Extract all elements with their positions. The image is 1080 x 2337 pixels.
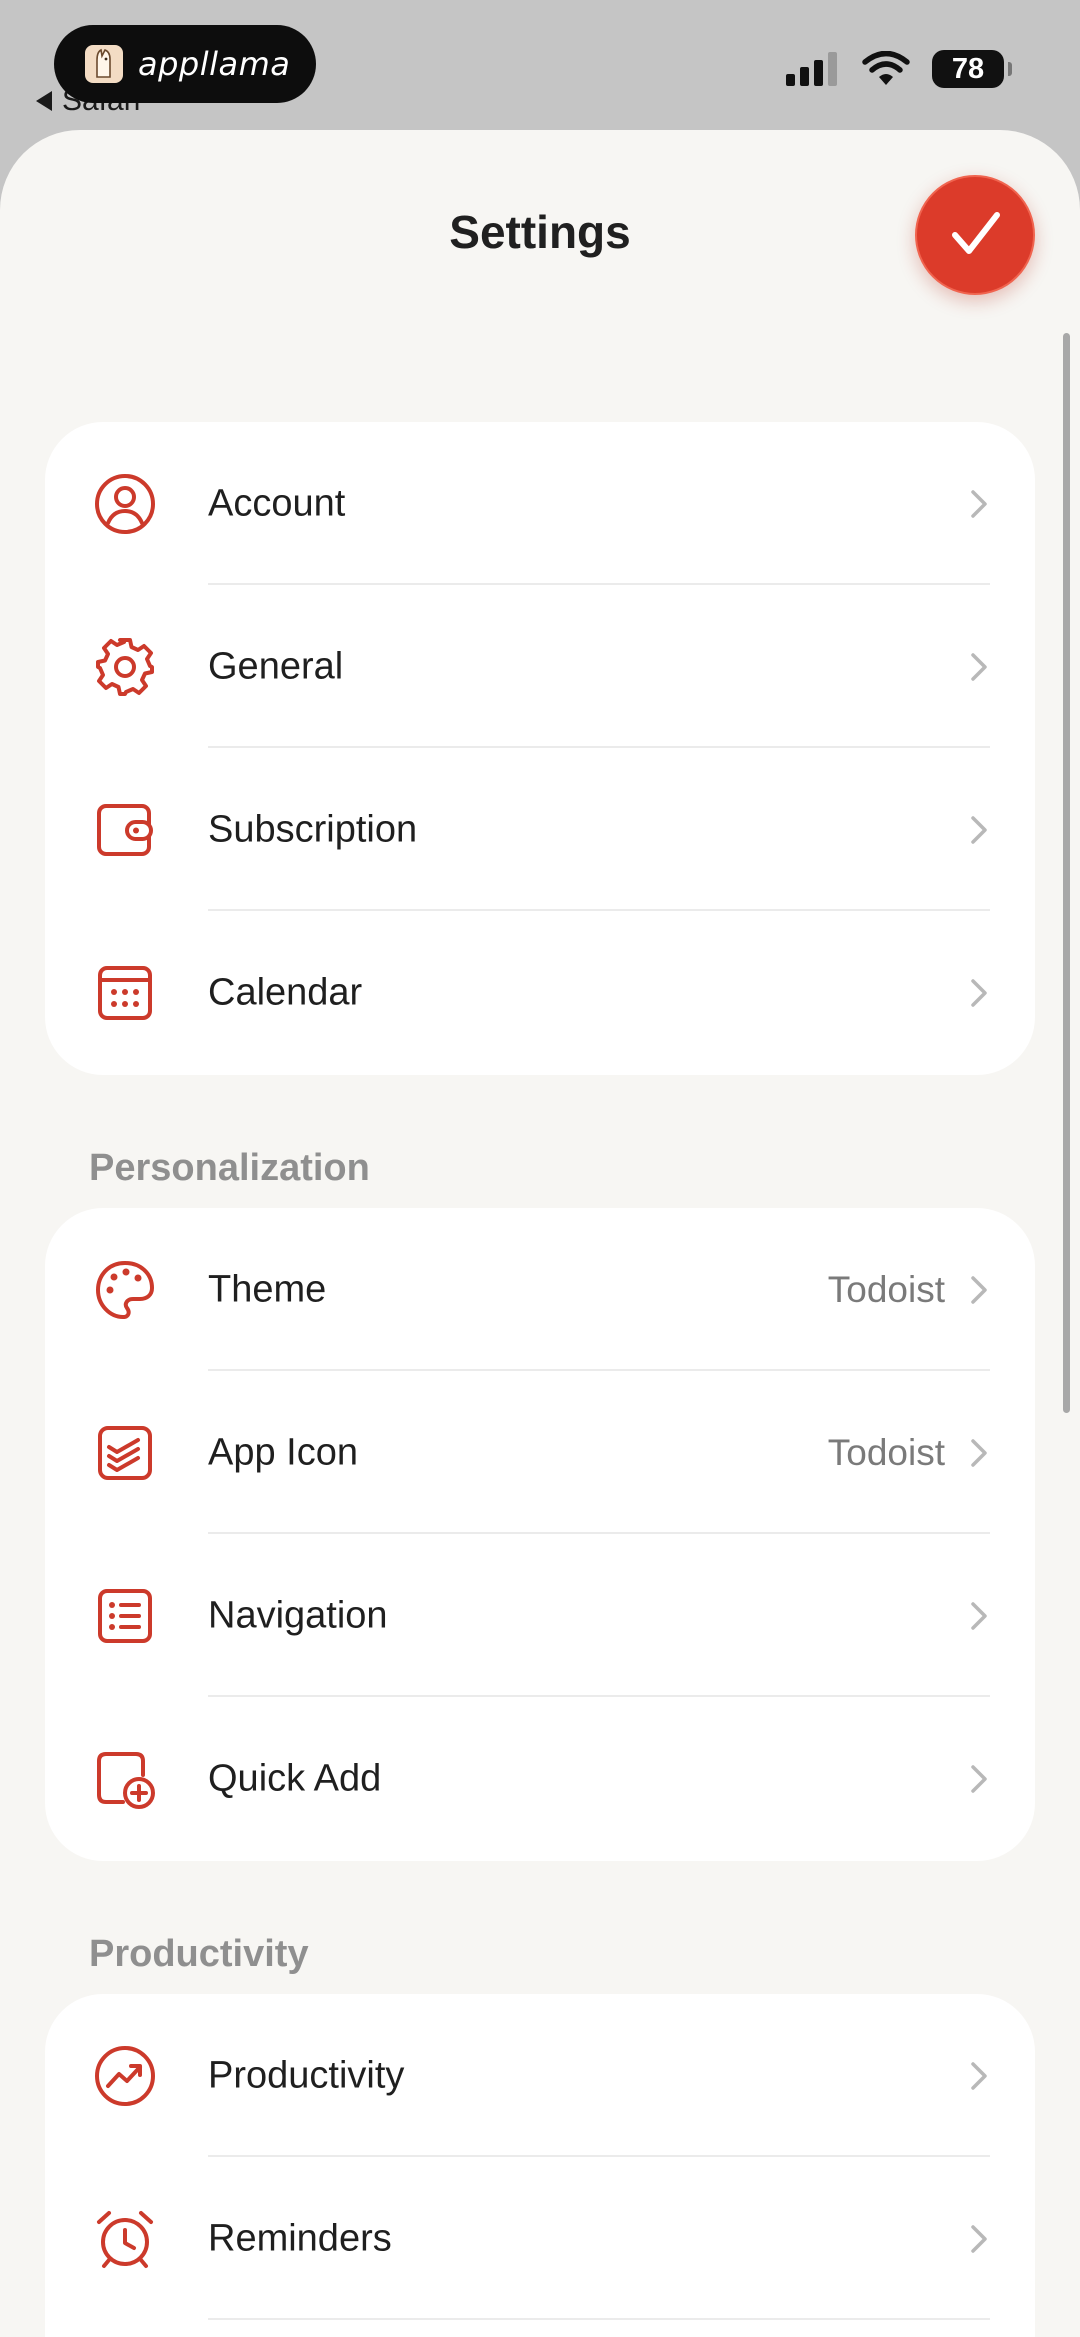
personalization-card: Theme Todoist App Icon Todoist Navigatio… (45, 1208, 1035, 1861)
settings-row-label: Reminders (208, 2217, 392, 2259)
status-bar: Safari appllama 78 (0, 0, 1080, 130)
row-divider (208, 2318, 990, 2320)
personalization-section-header: Personalization (89, 1147, 370, 1189)
wifi-icon (862, 51, 910, 85)
settings-row-subscription[interactable]: Subscription (45, 748, 1035, 911)
status-icons: 78 (786, 50, 1012, 88)
productivity-card: Productivity Reminders (45, 1994, 1035, 2337)
chevron-right-icon (971, 489, 987, 518)
chevron-right-icon (971, 2224, 987, 2253)
settings-row-productivity[interactable]: Productivity (45, 1994, 1035, 2157)
settings-row-label: Calendar (208, 971, 363, 1013)
settings-row-label: Quick Add (208, 1757, 382, 1799)
chevron-right-icon (971, 815, 987, 844)
account-settings-card: Account General Subscription Calendar (45, 422, 1035, 1075)
battery-indicator: 78 (932, 50, 1012, 88)
trend-icon (93, 2044, 157, 2108)
brand-name: appllama (138, 45, 291, 83)
chevron-right-icon (971, 2061, 987, 2090)
llama-logo-icon (85, 45, 123, 83)
settings-row-label: General (208, 645, 344, 687)
list-icon (93, 1584, 157, 1648)
settings-row-label: Productivity (208, 2054, 405, 2096)
palette-icon (93, 1258, 157, 1322)
alarm-clock-icon (93, 2207, 157, 2271)
dynamic-island: appllama (54, 25, 316, 103)
settings-row-value: Todoist (827, 1268, 945, 1310)
settings-row-quick-add[interactable]: Quick Add (45, 1697, 1035, 1860)
settings-row-general[interactable]: General (45, 585, 1035, 748)
settings-row-label: Subscription (208, 808, 418, 850)
chevron-right-icon (971, 1764, 987, 1793)
settings-row-calendar[interactable]: Calendar (45, 911, 1035, 1074)
chevron-right-icon (971, 1601, 987, 1630)
productivity-section-header: Productivity (89, 1933, 309, 1975)
calendar-icon (93, 961, 157, 1025)
chevron-right-icon (971, 978, 987, 1007)
settings-sheet: Settings Account General Subscription Ca… (0, 130, 1080, 2337)
chevron-right-icon (971, 652, 987, 681)
settings-row-label: App Icon (208, 1431, 358, 1473)
back-triangle-icon (36, 91, 52, 111)
user-circle-icon (93, 472, 157, 536)
settings-row-label: Theme (208, 1268, 327, 1310)
settings-row-value: Todoist (827, 1431, 945, 1473)
wallet-icon (93, 798, 157, 862)
settings-row-app-icon[interactable]: App Icon Todoist (45, 1371, 1035, 1534)
app-icon-icon (93, 1421, 157, 1485)
chevron-right-icon (971, 1438, 987, 1467)
settings-row-reminders[interactable]: Reminders (45, 2157, 1035, 2320)
done-button[interactable] (915, 175, 1035, 295)
checkmark-icon (952, 212, 1000, 254)
cellular-signal-icon (786, 52, 837, 86)
settings-row-theme[interactable]: Theme Todoist (45, 1208, 1035, 1371)
settings-row-label: Navigation (208, 1594, 388, 1636)
gear-icon (93, 635, 157, 699)
quick-add-icon (93, 1747, 157, 1811)
chevron-right-icon (971, 1275, 987, 1304)
settings-row-navigation[interactable]: Navigation (45, 1534, 1035, 1697)
settings-row-account[interactable]: Account (45, 422, 1035, 585)
settings-row-label: Account (208, 482, 346, 524)
scrollbar[interactable] (1063, 333, 1070, 1413)
